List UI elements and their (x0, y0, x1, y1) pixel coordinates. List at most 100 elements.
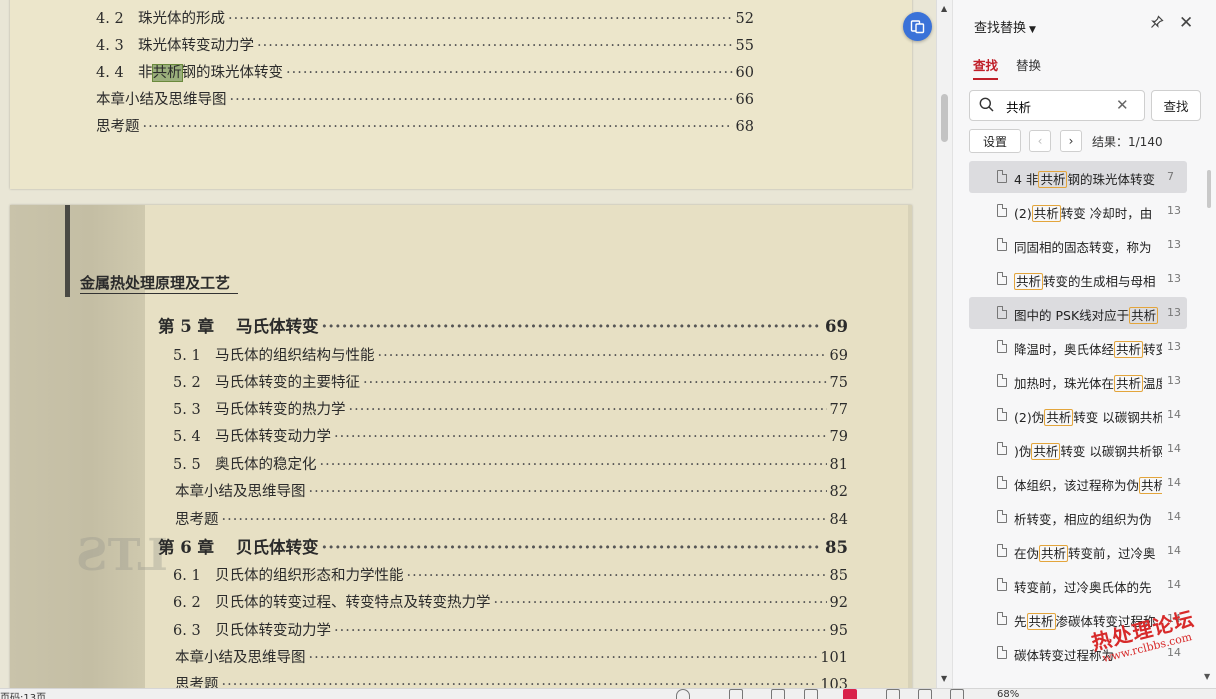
result-match: 共析 (1038, 171, 1068, 188)
view-continuous-icon[interactable] (729, 689, 743, 699)
result-text-before: 同固相的固态转变，称为 (1014, 240, 1152, 255)
tab-find[interactable]: 查找 (973, 55, 999, 80)
result-page: 14 (1167, 442, 1181, 455)
result-text: 加热时，珠光体在 共析 温度 (1014, 373, 1162, 392)
view-double-icon[interactable] (804, 689, 818, 699)
fit-page-icon[interactable] (886, 689, 900, 699)
results-scrollbar-thumb[interactable] (1207, 170, 1211, 208)
result-text-after: 温度 (1143, 376, 1162, 391)
toc-line: 思考题 68 (96, 115, 754, 136)
toc-number: 第 6 章 (158, 538, 214, 557)
result-item[interactable]: 图中的 PSK线对应于 共析 13 (969, 297, 1187, 329)
result-item[interactable]: 4 非共析 钢的珠光体转变 7 (969, 161, 1187, 193)
prev-result-button[interactable]: ‹ (1029, 130, 1051, 152)
result-item[interactable]: 加热时，珠光体在 共析 温度 13 (969, 365, 1187, 397)
scrollbar-thumb[interactable] (941, 94, 948, 142)
status-page-label: 页码:13页 (0, 693, 47, 699)
next-result-button[interactable]: › (1060, 130, 1082, 152)
document-scrollbar[interactable]: ▲ ▼ (936, 0, 952, 688)
toc-line: 5. 3 马氏体转变的热力学 77 (173, 398, 848, 419)
result-item[interactable]: 共析 转变的生成相与母相 13 (969, 263, 1187, 295)
result-item[interactable]: (2) 共析 转变 冷却时，由 13 (969, 195, 1187, 227)
toc-number: 4. 2 (96, 11, 124, 27)
document-icon (997, 340, 1007, 353)
toc-title: 奥氏体的稳定化 (215, 457, 317, 473)
document-icon (997, 408, 1007, 421)
find-button[interactable]: 查找 (1151, 90, 1201, 121)
result-text: 析转变，相应的组织为伪 (1014, 509, 1162, 528)
pin-icon-glyph (1151, 15, 1164, 28)
toc-page-number: 52 (735, 11, 754, 27)
result-text-before: 转变前，过冷奥氏体的先 (1014, 580, 1152, 595)
toc-page-number: 66 (735, 92, 754, 108)
result-text-before: 加热时，珠光体在 (1014, 376, 1115, 391)
pin-icon[interactable] (1150, 15, 1164, 33)
toc-page-number: 60 (735, 65, 754, 81)
result-item[interactable]: )伪 共析 转变 以碳钢共析钢 14 (969, 433, 1187, 465)
toc-title: 思考题 (175, 677, 219, 688)
result-match: 共析 (1139, 477, 1162, 494)
result-item[interactable]: 转变前，过冷奥氏体的先 14 (969, 569, 1187, 601)
result-text-after: 转变前，过冷奥 (1068, 546, 1156, 561)
toc-title: 本章小结及思维导图 (175, 650, 306, 666)
settings-button[interactable]: 设置 (969, 129, 1021, 153)
toc-page-number: 103 (820, 677, 848, 688)
result-item[interactable]: 在伪 共析 转变前，过冷奥 14 (969, 535, 1187, 567)
result-text-before: 降温时，奥氏体经 (1014, 342, 1115, 357)
help-icon[interactable] (676, 689, 690, 699)
toc-leader-dots (378, 348, 827, 364)
toc-line: 5. 1 马氏体的组织结构与性能 69 (173, 344, 848, 365)
result-text-before: 体组织，该过程称为伪 (1014, 478, 1140, 493)
toc-number: 5. 3 (173, 402, 201, 418)
scroll-up-icon[interactable]: ▲ (941, 4, 947, 13)
result-page: 13 (1167, 204, 1181, 217)
toc-line: 本章小结及思维导图 66 (96, 88, 754, 109)
result-text: 在伪 共析 转变前，过冷奥 (1014, 543, 1162, 562)
toc-page-number: 68 (735, 119, 754, 135)
play-icon[interactable] (843, 689, 857, 699)
result-item[interactable]: 体组织，该过程称为伪 共析 14 (969, 467, 1187, 499)
toc-title: 马氏体转变的主要特征 (215, 375, 360, 391)
result-page: 14 (1167, 544, 1181, 557)
fit-width-icon[interactable] (918, 689, 932, 699)
document-icon (997, 544, 1007, 557)
toc-leader-dots (309, 650, 818, 666)
scroll-down-icon[interactable]: ▼ (941, 674, 947, 683)
close-icon[interactable]: ✕ (1179, 13, 1193, 33)
document-icon (997, 306, 1007, 319)
toc-leader-dots (334, 623, 827, 639)
result-item[interactable]: 同固相的固态转变，称为 13 (969, 229, 1187, 261)
chevron-down-icon: ▼ (1029, 25, 1036, 35)
document-icon (997, 272, 1007, 285)
toc-leader-dots (407, 568, 827, 584)
fullscreen-icon[interactable] (950, 689, 964, 699)
result-text: 降温时，奥氏体经 共析 转变 (1014, 339, 1162, 358)
panel-title[interactable]: 查找替换 ▼ (974, 17, 1036, 36)
toc-line: 4. 2 珠光体的形成 52 (96, 7, 754, 28)
panel-title-text: 查找替换 (974, 21, 1027, 36)
toc-page-number: 92 (829, 595, 848, 611)
result-page: 13 (1167, 238, 1181, 251)
result-item[interactable]: 析转变，相应的组织为伪 14 (969, 501, 1187, 533)
toc-title: 贝氏体转变动力学 (215, 623, 331, 639)
result-item[interactable]: (2)伪 共析 转变 以碳钢共析 14 (969, 399, 1187, 431)
result-match: 共析 (1114, 375, 1144, 392)
document-viewer[interactable]: 4. 2 珠光体的形成 52 4. 3 珠光体转变动力学 55 4. 4 非共析钢的珠光体转变… (0, 0, 936, 688)
toc-page-number: 85 (829, 568, 848, 584)
tab-replace[interactable]: 替换 (1016, 55, 1041, 74)
clear-icon[interactable]: ✕ (1116, 96, 1129, 114)
toc-leader-dots (349, 402, 827, 418)
search-field[interactable]: ✕ (969, 90, 1145, 121)
view-single-icon[interactable] (771, 689, 785, 699)
result-item[interactable]: 降温时，奥氏体经 共析 转变 13 (969, 331, 1187, 363)
zoom-level[interactable]: 68% (997, 689, 1019, 699)
result-match: 共析 (1031, 443, 1061, 460)
toc-leader-dots (228, 11, 733, 27)
document-icon (997, 238, 1007, 251)
search-input[interactable] (1006, 97, 1116, 115)
translate-doc-icon[interactable] (903, 12, 932, 41)
toc-leader-dots (309, 484, 827, 500)
toc-number: 4. 4 (96, 65, 124, 81)
toc-title: 马氏体转变 (236, 317, 319, 336)
toc-number: 5. 5 (173, 457, 201, 473)
